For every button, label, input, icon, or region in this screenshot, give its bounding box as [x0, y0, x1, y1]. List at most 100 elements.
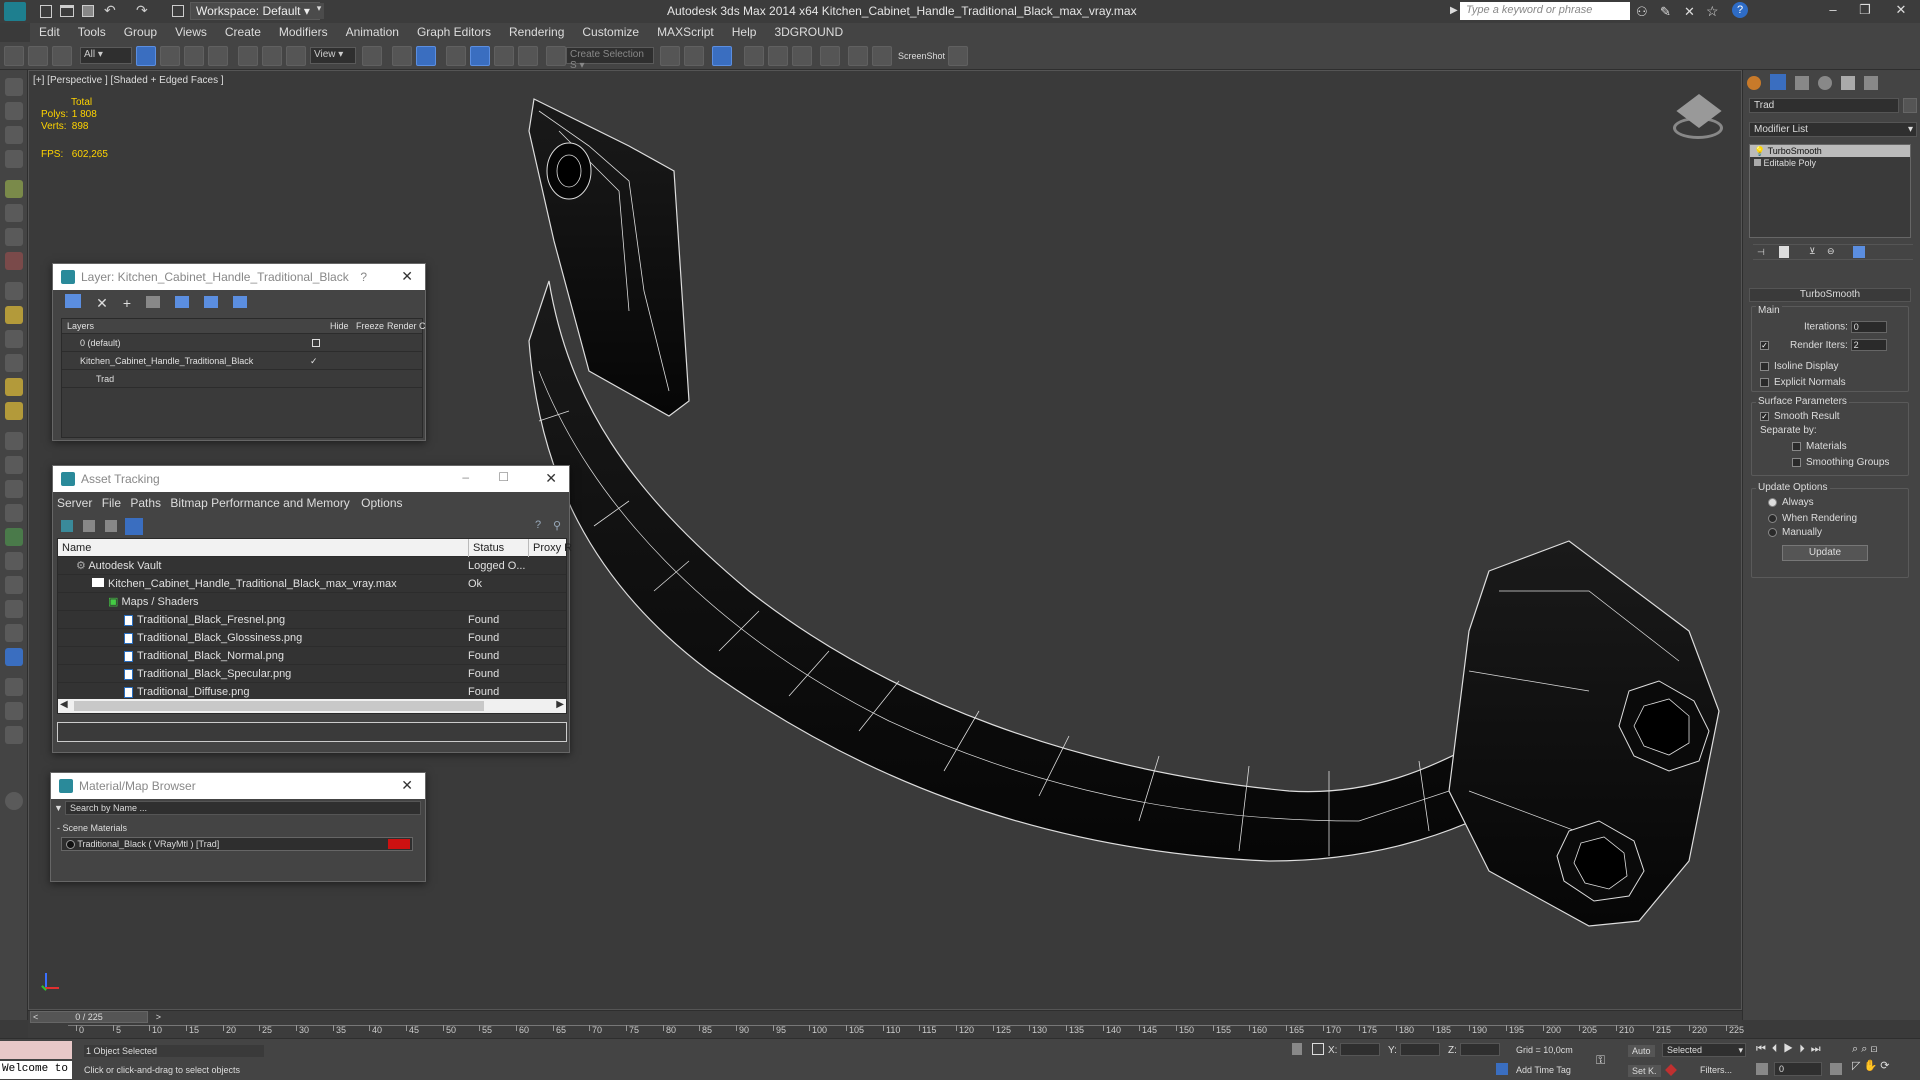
proxy-column-header[interactable]: Proxy R — [528, 539, 572, 557]
rectangular-selection-icon[interactable] — [184, 46, 204, 66]
bulb-icon[interactable]: 💡 — [1754, 146, 1765, 156]
maximize-button[interactable]: ❐ — [1850, 2, 1880, 20]
auto-key-button[interactable]: Auto — [1628, 1045, 1655, 1057]
hide-column-header[interactable]: Hide — [330, 319, 349, 334]
horizontal-scrollbar[interactable]: ◀ ▶ — [58, 699, 566, 713]
maxscript-input[interactable]: Welcome to — [0, 1061, 72, 1079]
key-filter-dropdown[interactable]: Selected ▾ — [1662, 1043, 1746, 1057]
select-and-manipulate-icon[interactable] — [392, 46, 412, 66]
add-to-layer-icon[interactable]: + — [123, 295, 131, 311]
display-tab-icon[interactable] — [1841, 76, 1856, 90]
tool-icon-19[interactable] — [5, 528, 23, 546]
tool-icon-8[interactable] — [5, 252, 23, 270]
time-tag-icon[interactable] — [1496, 1063, 1508, 1075]
go-to-start-icon[interactable]: ⏮ — [1756, 1043, 1772, 1055]
tree-view-icon[interactable] — [105, 520, 117, 532]
workspace-menu-icon[interactable]: ▾ — [314, 3, 324, 19]
go-to-end-icon[interactable]: ⏭ — [1811, 1043, 1827, 1055]
tool-icon-10[interactable] — [5, 306, 23, 324]
object-color-swatch[interactable] — [1903, 98, 1917, 113]
scene-materials-section[interactable]: - Scene Materials — [57, 823, 127, 833]
tool-icon-2[interactable] — [5, 102, 23, 120]
minimize-button[interactable]: – — [1818, 2, 1848, 20]
material-editor-icon[interactable] — [820, 46, 840, 66]
quick-access-new-icon[interactable] — [40, 5, 52, 18]
table-view-icon[interactable] — [125, 518, 143, 535]
workspace-dropdown[interactable]: Workspace: Default ▾ — [190, 2, 320, 20]
key-filters-button[interactable]: Filters... — [1700, 1065, 1732, 1075]
tool-icon-11[interactable] — [5, 330, 23, 348]
tool-icon-14[interactable] — [5, 402, 23, 420]
key-icon[interactable]: ⚿ — [1596, 1053, 1605, 1068]
remove-modifier-icon[interactable]: ⊖ — [1827, 246, 1835, 257]
curve-editor-icon[interactable] — [768, 46, 788, 66]
tool-icon-15[interactable] — [5, 432, 23, 450]
manually-radio[interactable] — [1768, 527, 1777, 537]
menu-help[interactable]: Help — [723, 23, 766, 41]
zoom-icon[interactable]: ⌕ — [1852, 1043, 1858, 1055]
scene-explorer-icon[interactable] — [712, 46, 732, 66]
spinner-snap-icon[interactable] — [518, 46, 538, 66]
quick-access-save-icon[interactable] — [82, 5, 94, 17]
screenshot-label[interactable]: ScreenShot — [898, 51, 945, 61]
select-and-scale-icon[interactable] — [286, 46, 306, 66]
tool-icon-17[interactable] — [5, 480, 23, 498]
selection-filter-dropdown[interactable]: All ▾ — [80, 47, 132, 64]
maximize-icon[interactable]: ☐ — [498, 470, 509, 484]
tool-icon-5[interactable] — [5, 180, 23, 198]
update-button[interactable]: Update — [1782, 545, 1868, 561]
render-iters-spinner[interactable]: 2 — [1850, 339, 1887, 351]
configure-modifier-icon[interactable] — [1853, 246, 1865, 258]
align-icon[interactable] — [684, 46, 704, 66]
zoom-all-icon[interactable]: ⌕ — [1861, 1043, 1867, 1055]
maxscript-listener[interactable] — [0, 1041, 72, 1059]
tool-icon-3[interactable] — [5, 126, 23, 144]
show-end-result-icon[interactable] — [1779, 246, 1789, 258]
percent-snap-icon[interactable] — [494, 46, 514, 66]
delete-layer-icon[interactable]: ✕ — [96, 295, 108, 312]
hide-all-layers-icon[interactable] — [204, 296, 219, 308]
modifier-stack-item[interactable]: Editable Poly — [1750, 157, 1910, 169]
create-layer-icon[interactable] — [65, 294, 81, 308]
z-coordinate-field[interactable] — [1460, 1043, 1500, 1056]
tool-icon-18[interactable] — [5, 504, 23, 522]
menu-animation[interactable]: Animation — [337, 23, 408, 41]
rendered-frame-window-icon[interactable] — [872, 46, 892, 66]
edit-named-selection-icon[interactable] — [546, 46, 566, 66]
select-and-rotate-icon[interactable] — [262, 46, 282, 66]
modify-tab-icon[interactable] — [1770, 74, 1787, 90]
menu-group[interactable]: Group — [115, 23, 166, 41]
material-search-input[interactable]: Search by Name ... — [65, 801, 421, 815]
orbit-icon[interactable]: ⟳ — [1880, 1060, 1889, 1072]
refresh-icon[interactable] — [61, 520, 73, 532]
quick-access-open-icon[interactable] — [60, 5, 74, 17]
smoothing-groups-checkbox[interactable] — [1792, 457, 1801, 467]
menu-graph-editors[interactable]: Graph Editors — [408, 23, 500, 41]
next-frame-icon[interactable]: ⏵ — [1799, 1043, 1811, 1055]
name-column-header[interactable]: Name — [62, 539, 91, 557]
pin-stack-icon[interactable]: ⊣ — [1757, 247, 1765, 258]
select-layer-objects-icon[interactable] — [146, 296, 161, 308]
scroll-left-icon[interactable]: < — [33, 1012, 38, 1023]
set-key-button[interactable]: Set K. — [1628, 1065, 1661, 1077]
tool-icon-4[interactable] — [5, 150, 23, 168]
checkmark-icon[interactable]: ✓ — [310, 352, 318, 370]
menu-edit[interactable]: Edit — [30, 23, 69, 41]
smooth-result-checkbox[interactable]: ✓ — [1760, 411, 1769, 421]
close-button[interactable]: ✕ — [1886, 2, 1916, 20]
asset-menu-options[interactable]: Options — [361, 496, 402, 510]
x-coordinate-field[interactable] — [1340, 1043, 1380, 1056]
modifier-stack-item[interactable]: 💡 TurboSmooth — [1750, 145, 1910, 157]
asset-row[interactable]: ⚙ Autodesk Vault Logged O... — [58, 557, 566, 575]
render-setup-icon[interactable] — [848, 46, 868, 66]
undo-icon[interactable]: ↶ — [104, 2, 116, 19]
scrollbar-thumb[interactable] — [74, 701, 484, 711]
tool-icon-26[interactable] — [5, 702, 23, 720]
lock-selection-icon[interactable] — [1292, 1043, 1302, 1055]
named-selection-dropdown[interactable]: Create Selection S ▾ — [566, 47, 654, 71]
asset-row[interactable]: Kitchen_Cabinet_Handle_Traditional_Black… — [58, 575, 566, 593]
layer-row[interactable]: 0 (default) — [62, 334, 422, 352]
current-frame-field[interactable]: 0 — [1774, 1062, 1822, 1076]
play-icon[interactable]: ▶ — [1783, 1043, 1799, 1055]
redo-icon[interactable]: ↷ — [136, 2, 148, 19]
